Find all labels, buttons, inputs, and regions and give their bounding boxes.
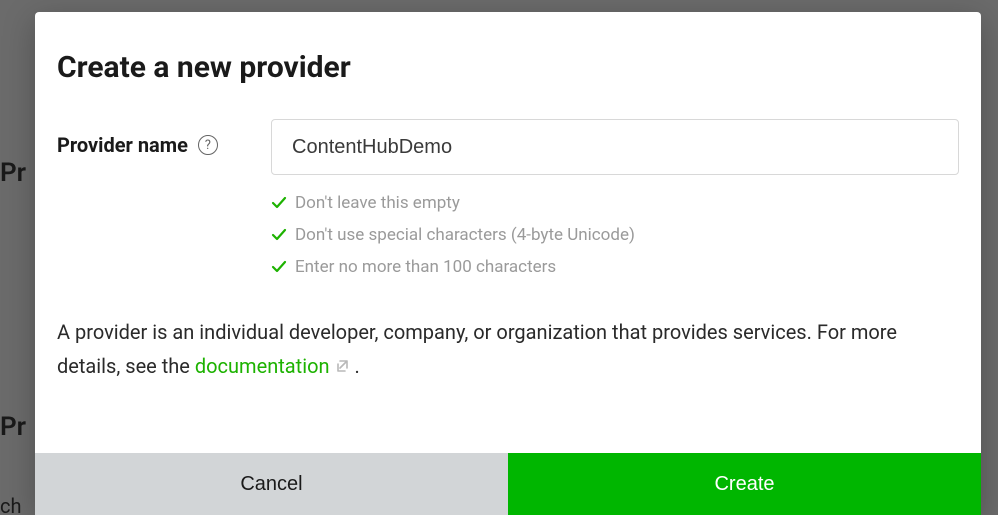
field-label-wrap: Provider name ?	[57, 119, 247, 157]
dialog-title: Create a new provider	[57, 50, 959, 85]
field-input-wrap: Don't leave this empty Don't use special…	[271, 119, 959, 277]
validation-item: Enter no more than 100 characters	[271, 257, 959, 277]
validation-item: Don't leave this empty	[271, 193, 959, 213]
documentation-link[interactable]: documentation	[195, 354, 330, 378]
background-text: ch	[0, 494, 21, 515]
check-icon	[271, 195, 287, 211]
background-text: Pr	[0, 158, 26, 188]
validation-list: Don't leave this empty Don't use special…	[271, 193, 959, 277]
external-link-icon	[334, 349, 350, 383]
create-button[interactable]: Create	[508, 453, 981, 515]
validation-text: Enter no more than 100 characters	[295, 257, 556, 277]
validation-text: Don't use special characters (4-byte Uni…	[295, 225, 635, 245]
cancel-button[interactable]: Cancel	[35, 453, 508, 515]
validation-text: Don't leave this empty	[295, 193, 460, 213]
validation-item: Don't use special characters (4-byte Uni…	[271, 225, 959, 245]
dialog-footer: Cancel Create	[35, 453, 981, 515]
dialog-body: Create a new provider Provider name ? Do…	[35, 12, 981, 453]
provider-name-input[interactable]	[271, 119, 959, 175]
create-provider-dialog: Create a new provider Provider name ? Do…	[35, 12, 981, 515]
help-icon[interactable]: ?	[198, 135, 218, 155]
check-icon	[271, 227, 287, 243]
provider-name-label: Provider name	[57, 133, 188, 157]
description-pre: A provider is an individual developer, c…	[57, 320, 897, 378]
modal-backdrop: Pr Pr ch Create a new provider Provider …	[0, 0, 998, 515]
provider-name-field: Provider name ? Don't leave this empty	[57, 119, 959, 277]
description-post: .	[350, 354, 360, 378]
background-text: Pr	[0, 412, 26, 442]
dialog-description: A provider is an individual developer, c…	[57, 315, 959, 383]
check-icon	[271, 259, 287, 275]
